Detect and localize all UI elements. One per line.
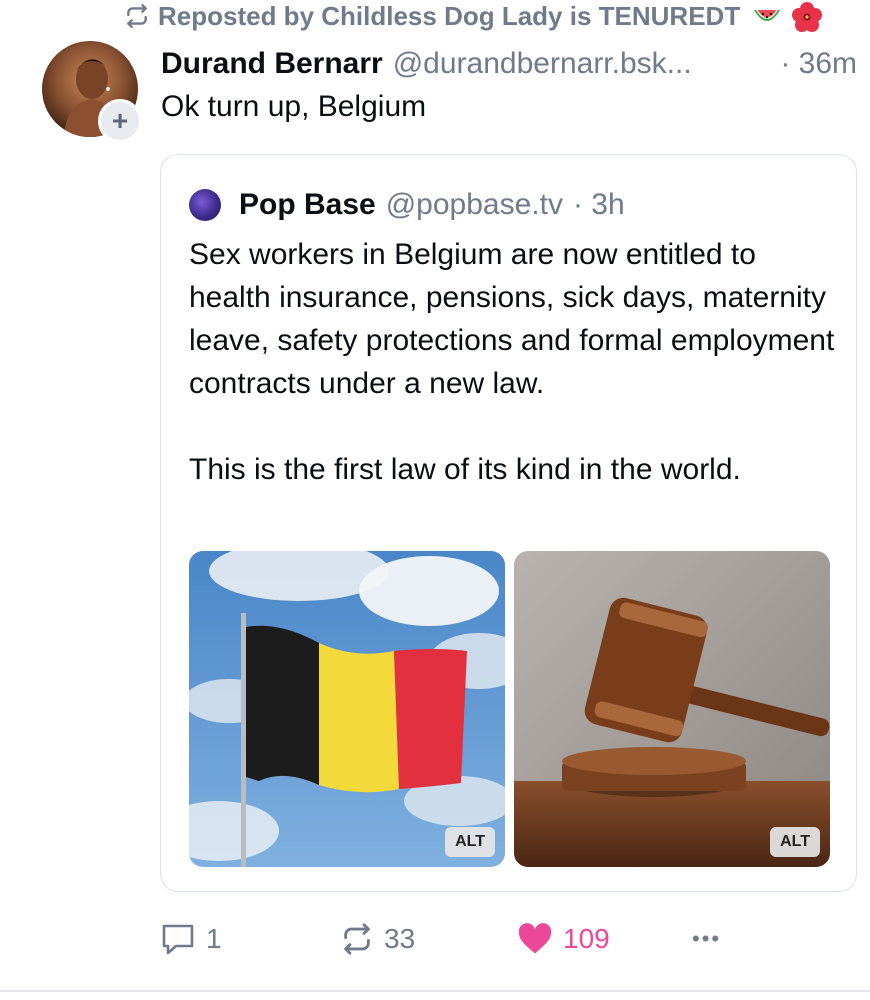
more-options-button[interactable]: ••• (692, 918, 721, 960)
repost-attribution[interactable]: Reposted by Childless Dog Lady is TENURE… (124, 0, 823, 32)
hibiscus-emoji-icon (792, 2, 823, 32)
quote-body: Sex workers in Belgium are now entitled … (189, 233, 839, 491)
reply-icon (160, 922, 196, 956)
alt-text-badge[interactable]: ALT (770, 827, 820, 857)
post-timestamp[interactable]: · 36m (780, 47, 857, 81)
like-button[interactable]: 109 (517, 918, 610, 960)
quoted-post-card[interactable]: Pop Base @popbase.tv · 3h Sex workers in… (160, 154, 857, 892)
post-header: Durand Bernarr @durandbernarr.bsk... · 3… (161, 44, 861, 84)
like-count: 109 (563, 923, 610, 954)
quote-timestamp[interactable]: · 3h (573, 188, 625, 222)
quote-header: Pop Base @popbase.tv · 3h (189, 185, 625, 225)
more-dots-icon: ••• (692, 926, 722, 951)
heart-icon (517, 923, 553, 955)
repost-button[interactable]: 33 (340, 918, 415, 960)
divider (0, 990, 870, 992)
reply-count: 1 (206, 923, 222, 954)
alt-text-badge[interactable]: ALT (445, 827, 495, 857)
post-body: Ok turn up, Belgium (161, 90, 427, 123)
quote-paragraph: Sex workers in Belgium are now entitled … (189, 238, 835, 400)
quote-author-avatar[interactable] (189, 189, 221, 221)
gavel-image[interactable]: ALT (514, 551, 830, 867)
repost-attribution-text: Reposted by Childless Dog Lady is TENURE… (158, 0, 741, 31)
author-handle[interactable]: @durandbernarr.bsk... (393, 47, 692, 81)
author-name[interactable]: Durand Bernarr (161, 47, 383, 81)
repost-count: 33 (384, 923, 416, 954)
follow-plus-button[interactable]: + (98, 99, 142, 143)
repost-icon (124, 3, 150, 29)
quote-author-handle[interactable]: @popbase.tv (386, 188, 563, 222)
watermelon-emoji-icon (752, 2, 781, 30)
post-thread-view: Reposted by Childless Dog Lady is TENURE… (0, 0, 870, 1000)
quote-author-name[interactable]: Pop Base (239, 188, 376, 222)
quote-paragraph: This is the first law of its kind in the… (189, 453, 741, 486)
repost-icon (340, 922, 374, 956)
belgian-flag-image[interactable]: ALT (189, 551, 505, 867)
reply-button[interactable]: 1 (160, 918, 222, 960)
